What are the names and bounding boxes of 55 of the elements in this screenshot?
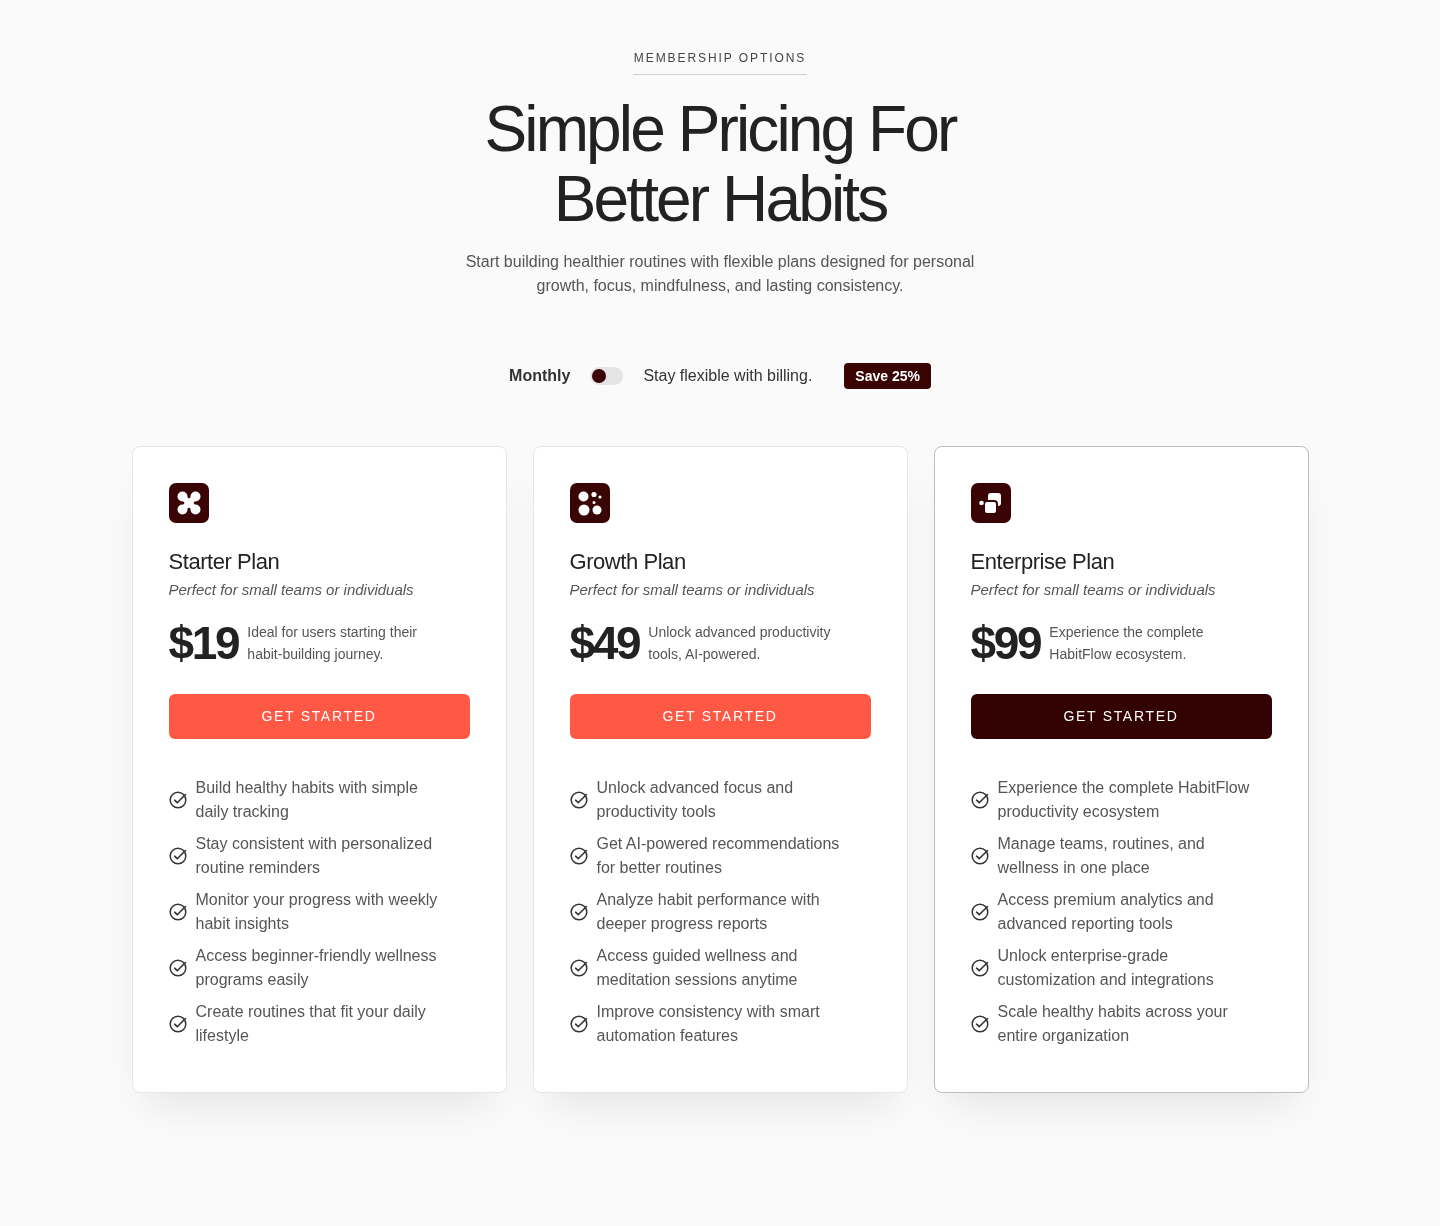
feature-text: Analyze habit performance with deeper progress reports xyxy=(596,890,821,934)
feature-text: Stay consistent with personalized routine reminders xyxy=(195,834,434,878)
feature-text: Build healthy habits with simple daily tracking xyxy=(195,778,419,822)
plan-name: Growth Plan xyxy=(569,548,686,576)
check-circle-icon xyxy=(168,791,187,809)
overlapping-squares-icon xyxy=(970,483,1011,523)
check-circle-icon xyxy=(569,847,588,865)
feature-text: Get AI-powered recommendations for better routines xyxy=(596,834,841,878)
plan-name: Enterprise Plan xyxy=(970,548,1115,576)
check-circle-icon xyxy=(168,847,187,865)
feature-text: Access beginner-friendly wellness programs easily xyxy=(195,946,438,990)
check-circle-icon xyxy=(970,903,989,921)
feature-text: Access guided wellness and meditation sessions anytime xyxy=(596,946,799,990)
price-note: Experience the complete HabitFlow ecosystem. xyxy=(1049,623,1205,664)
check-circle-icon xyxy=(168,959,187,977)
feature-text: Create routines that fit your daily lifestyle xyxy=(195,1002,427,1046)
check-circle-icon xyxy=(970,1015,989,1033)
check-circle-icon xyxy=(569,959,588,977)
billing-toggle[interactable] xyxy=(590,367,624,385)
check-circle-icon xyxy=(970,791,989,809)
check-circle-icon xyxy=(569,903,588,921)
check-circle-icon xyxy=(168,1015,187,1033)
billing-note: Stay flexible with billing. xyxy=(643,366,813,386)
page-subtitle: Start building healthier routines with flexible plans designed for personal growth, focus, mindfulness, and lasting consistency. xyxy=(464,252,976,296)
get-started-button[interactable]: GET STARTED xyxy=(970,694,1272,739)
page-title: Simple Pricing For Better Habits xyxy=(483,94,957,234)
plan-price: $99 xyxy=(970,620,1041,666)
get-started-button[interactable]: GET STARTED xyxy=(569,694,871,739)
price-note: Unlock advanced productivity tools, AI-powered. xyxy=(648,623,832,664)
feature-text: Unlock advanced focus and productivity tools xyxy=(596,778,795,822)
bubbles-icon xyxy=(569,483,610,523)
feature-text: Experience the complete HabitFlow productivity ecosystem xyxy=(997,778,1251,822)
price-note: Ideal for users starting their habit-building journey. xyxy=(247,623,418,664)
plan-tagline: Perfect for small teams or individuals xyxy=(569,580,815,600)
feature-text: Improve consistency with smart automation features xyxy=(596,1002,821,1046)
check-circle-icon xyxy=(970,847,989,865)
plan-price: $19 xyxy=(168,620,239,666)
feature-text: Access premium analytics and advanced reporting tools xyxy=(997,890,1215,934)
plan-price: $49 xyxy=(569,620,640,666)
check-circle-icon xyxy=(569,791,588,809)
check-circle-icon xyxy=(168,903,187,921)
billing-label: Monthly xyxy=(509,366,571,386)
feature-text: Unlock enterprise-grade customization and integrations xyxy=(997,946,1215,990)
check-circle-icon xyxy=(970,959,989,977)
get-started-button[interactable]: GET STARTED xyxy=(168,694,470,739)
check-circle-icon xyxy=(569,1015,588,1033)
plan-tagline: Perfect for small teams or individuals xyxy=(970,580,1216,600)
feature-text: Monitor your progress with weekly habit insights xyxy=(195,890,439,934)
plan-name: Starter Plan xyxy=(168,548,280,576)
plan-tagline: Perfect for small teams or individuals xyxy=(168,580,414,600)
discount-badge: Save 25% xyxy=(844,363,931,389)
feature-text: Manage teams, routines, and wellness in one place xyxy=(997,834,1206,878)
feature-text: Scale healthy habits across your entire organization xyxy=(997,1002,1229,1046)
section-eyebrow: MEMBERSHIP OPTIONS xyxy=(632,50,808,75)
four-lobe-icon xyxy=(168,483,209,523)
